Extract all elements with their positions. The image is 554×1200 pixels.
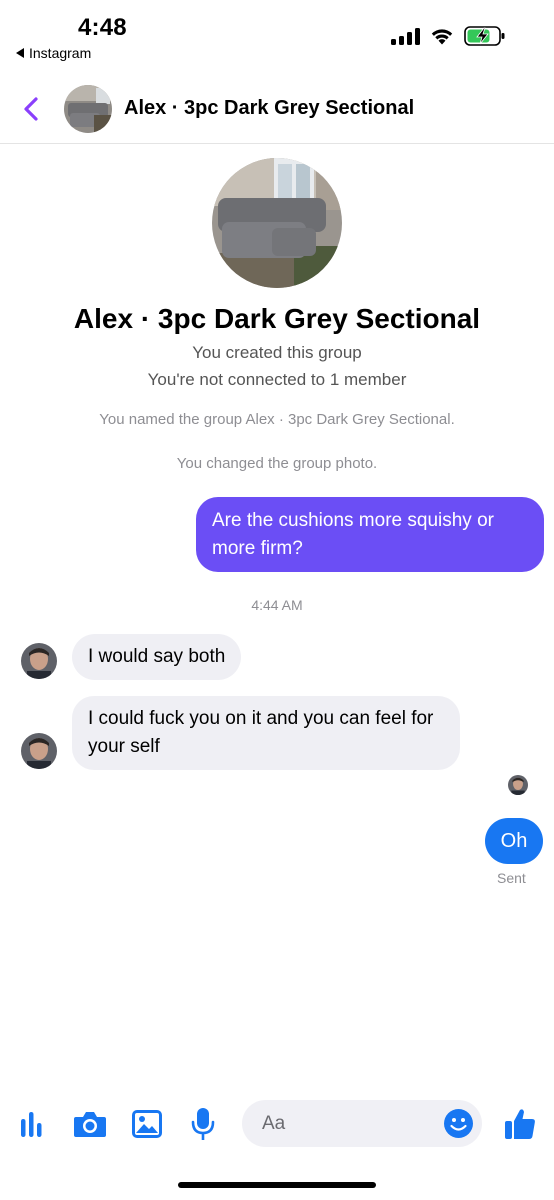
group-name: Alex · 3pc Dark Grey Sectional	[73, 303, 481, 334]
thumbs-up-icon	[505, 1109, 535, 1139]
back-button[interactable]	[16, 94, 46, 124]
battery-charging-icon	[464, 26, 505, 46]
microphone-icon	[191, 1108, 215, 1140]
group-photo[interactable]	[212, 158, 342, 288]
emoji-icon[interactable]	[443, 1108, 474, 1139]
cellular-signal-icon	[391, 27, 420, 45]
incoming-message[interactable]: I could fuck you on it and you can feel …	[72, 696, 460, 770]
back-triangle-icon	[16, 48, 24, 58]
message-timestamp: 4:44 AM	[251, 597, 303, 613]
status-time: 4:48	[78, 14, 127, 41]
group-avatar-small[interactable]	[64, 85, 112, 133]
camera-button[interactable]	[70, 1104, 110, 1144]
outgoing-message[interactable]: Oh	[485, 818, 543, 864]
sender-avatar[interactable]	[21, 643, 57, 679]
read-receipt-avatar	[508, 775, 528, 795]
back-app-label: Instagram	[29, 45, 92, 61]
group-created-text: You created this group	[192, 343, 362, 362]
status-bar: 4:48 Instagram	[0, 0, 554, 70]
audio-bars-button[interactable]	[13, 1104, 53, 1144]
event-photo-changed: You changed the group photo.	[176, 455, 378, 472]
camera-icon	[74, 1112, 106, 1137]
conversation-header: Alex · 3pc Dark Grey Sectional	[0, 70, 554, 144]
back-to-app-link[interactable]: Instagram	[16, 45, 91, 61]
event-group-named: You named the group Alex · 3pc Dark Grey…	[99, 411, 455, 428]
header-title[interactable]: Alex · 3pc Dark Grey Sectional	[124, 97, 414, 120]
outgoing-message[interactable]: Are the cushions more squishy or more fi…	[196, 497, 544, 572]
voice-message-button[interactable]	[183, 1104, 223, 1144]
incoming-message[interactable]: I would say both	[72, 634, 242, 680]
wifi-icon	[431, 29, 453, 45]
composer-bar: Aa	[0, 1090, 554, 1160]
like-button[interactable]	[500, 1104, 540, 1144]
status-icons	[391, 25, 506, 47]
message-input[interactable]: Aa	[242, 1100, 482, 1147]
message-input-placeholder: Aa	[262, 1113, 286, 1134]
photo-icon	[132, 1110, 162, 1138]
sender-avatar[interactable]	[21, 733, 57, 769]
home-indicator	[178, 1182, 376, 1188]
photo-gallery-button[interactable]	[127, 1104, 167, 1144]
audio-bars-icon	[21, 1112, 42, 1137]
group-connection-text: You're not connected to 1 member	[147, 370, 407, 389]
sent-status: Sent	[497, 870, 526, 886]
chevron-left-icon	[24, 97, 38, 121]
